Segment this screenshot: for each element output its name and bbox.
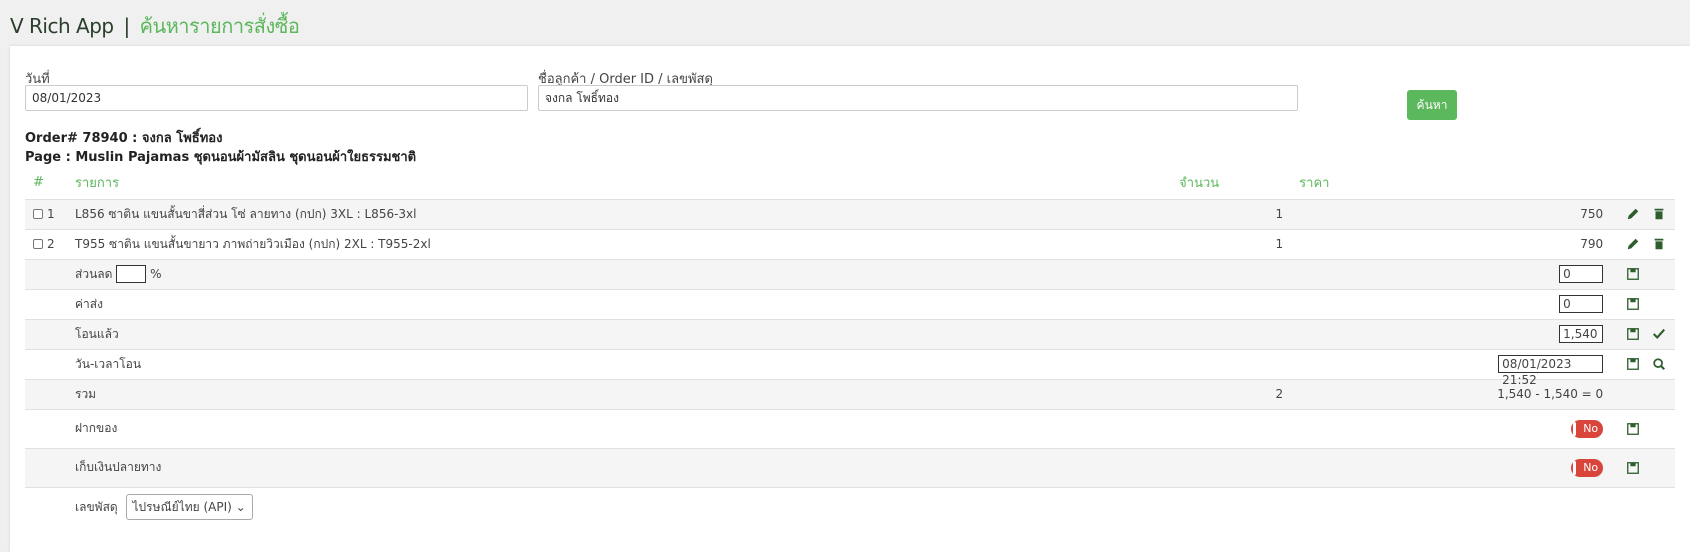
paid-time-input[interactable]: 08/01/2023 21:52 [1498, 355, 1604, 387]
item-price: 790 [1291, 228, 1612, 259]
title-separator: | [123, 14, 130, 38]
total-row: รวม 2 1,540 - 1,540 = 0 [25, 378, 1675, 409]
trash-icon[interactable] [1651, 237, 1667, 251]
pencil-icon[interactable] [1625, 207, 1641, 221]
table-row: 1 L856 ซาติน แขนสั้นขาสี่ส่วน โซ่ ลายทาง… [25, 198, 1675, 229]
trash-icon[interactable] [1651, 207, 1667, 221]
save-icon[interactable] [1625, 461, 1641, 475]
item-checkbox[interactable] [33, 239, 43, 249]
order-card: วันที่ 08/01/2023 ชื่อลูกค้า / Order ID … [10, 46, 1690, 552]
item-name: T955 ซาติน แขนสั้นขายาว ภาพถ่ายวิวเมือง … [67, 228, 1172, 259]
paid-time-row: วัน-เวลาโอน 08/01/2023 21:52 [25, 348, 1675, 387]
tracking-row: เลขพัสดุ ไปรษณีย์ไทย (API) ⌄ [25, 486, 1675, 527]
header-qty: จำนวน [1179, 176, 1220, 192]
save-icon[interactable] [1625, 297, 1641, 311]
search-icon[interactable] [1651, 357, 1667, 371]
save-icon[interactable] [1625, 327, 1641, 341]
carrier-select[interactable]: ไปรษณีย์ไทย (API) ⌄ [125, 494, 253, 521]
app-header: V Rich App | ค้นหารายการสั่งซื้อ [0, 0, 1690, 45]
shipping-row: ค่าส่ง 0 [25, 288, 1675, 319]
item-name: L856 ซาติน แขนสั้นขาสี่ส่วน โซ่ ลายทาง (… [67, 198, 1172, 229]
tracking-label: เลขพัสดุ [75, 500, 118, 515]
discount-amount-input[interactable]: 0 [1559, 265, 1604, 283]
date-field[interactable]: 08/01/2023 [25, 85, 528, 111]
item-qty: 1 [1171, 198, 1292, 229]
pencil-icon[interactable] [1625, 237, 1641, 251]
paid-input[interactable]: 1,540 [1559, 325, 1604, 343]
order-items-table: # รายการ จำนวน ราคา 1 L856 ซาติน แขนสั้น… [25, 167, 1675, 527]
order-page: Page : Muslin Pajamas ชุดนอนผ้ามัสลิน ชุ… [25, 150, 417, 165]
total-label: รวม [67, 378, 1172, 409]
cod-toggle[interactable]: No [1571, 458, 1604, 477]
item-qty: 1 [1171, 228, 1292, 259]
total-summary: 1,540 - 1,540 = 0 [1291, 378, 1612, 409]
item-price: 750 [1291, 198, 1612, 229]
cod-row: เก็บเงินปลายทาง No [25, 447, 1675, 487]
order-info: Order# 78940 : จงกล โพธิ์ทอง Page : Musl… [25, 129, 416, 167]
chevron-down-icon: ⌄ [235, 500, 246, 515]
check-icon[interactable] [1651, 327, 1667, 341]
percent-unit: % [150, 266, 162, 281]
app-name: V Rich App [10, 14, 114, 38]
deposit-row: ฝากของ No [25, 408, 1675, 448]
discount-percent-input[interactable] [116, 265, 147, 283]
shipping-label: ค่าส่ง [67, 288, 1172, 319]
discount-label: ส่วนลด [75, 266, 113, 281]
item-number: 2 [47, 237, 55, 251]
shipping-input[interactable]: 0 [1559, 295, 1604, 313]
cod-label: เก็บเงินปลายทาง [67, 447, 1172, 487]
header-actions [1611, 167, 1675, 199]
header-price: ราคา [1299, 176, 1330, 192]
table-row: 2 T955 ซาติน แขนสั้นขายาว ภาพถ่ายวิวเมือ… [25, 228, 1675, 259]
carrier-selected: ไปรษณีย์ไทย (API) [132, 500, 232, 515]
paid-row: โอนแล้ว 1,540 [25, 318, 1675, 349]
page-title: ค้นหารายการสั่งซื้อ [139, 14, 300, 38]
save-icon[interactable] [1625, 422, 1641, 436]
deposit-label: ฝากของ [67, 408, 1172, 448]
header-idx: # [33, 175, 44, 191]
search-button[interactable]: ค้นหา [1407, 90, 1457, 120]
query-input[interactable]: จงกล โพธิ์ทอง [538, 85, 1298, 111]
discount-row: ส่วนลด % 0 [25, 258, 1675, 289]
paid-label: โอนแล้ว [67, 318, 1172, 349]
save-icon[interactable] [1625, 357, 1641, 371]
table-header: # รายการ จำนวน ราคา [25, 167, 1675, 199]
item-number: 1 [47, 207, 55, 221]
order-title: Order# 78940 : จงกล โพธิ์ทอง [25, 131, 223, 146]
save-icon[interactable] [1625, 267, 1641, 281]
paid-time-label: วัน-เวลาโอน [67, 348, 1172, 379]
total-qty: 2 [1171, 378, 1292, 409]
header-item: รายการ [75, 176, 120, 192]
deposit-toggle[interactable]: No [1571, 419, 1604, 438]
item-checkbox[interactable] [33, 209, 43, 219]
